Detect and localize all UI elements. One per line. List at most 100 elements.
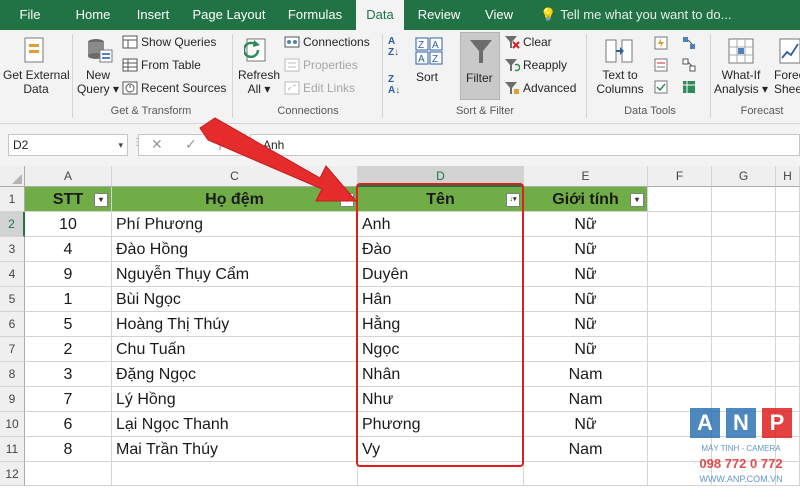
cell-gioi-tinh[interactable]: Nữ [524, 212, 648, 237]
tab-view[interactable]: View [476, 0, 522, 30]
cell-gioi-tinh[interactable]: Nữ [524, 237, 648, 262]
cell-ho-dem[interactable]: Bùi Ngọc [112, 287, 358, 312]
cell-stt[interactable]: 10 [25, 212, 112, 237]
select-all-button[interactable] [0, 166, 25, 187]
column-header-g[interactable]: G [712, 166, 776, 187]
tab-data[interactable]: Data [356, 0, 404, 31]
row-header[interactable]: 6 [0, 312, 25, 337]
filter-dropdown-icon[interactable]: ▾ [94, 193, 108, 207]
sort-za-icon[interactable]: Z A↓ [388, 74, 406, 96]
tell-me-search[interactable]: 💡 Tell me what you want to do... [540, 0, 731, 30]
tab-page-layout[interactable]: Page Layout [188, 0, 270, 30]
advanced-button[interactable]: Advanced [523, 81, 576, 95]
cell-ho-dem[interactable]: Lý Hồng [112, 387, 358, 412]
row-header[interactable]: 2 [0, 212, 25, 237]
empty-cell[interactable] [712, 212, 776, 237]
empty-cell[interactable] [712, 237, 776, 262]
column-header-h[interactable]: H [776, 166, 800, 187]
header-gioi-tinh[interactable]: Giới tính ▾ [524, 187, 648, 212]
chevron-down-icon[interactable]: ▾ [118, 135, 123, 155]
text-to-columns-button[interactable]: Text to Columns [592, 68, 648, 96]
cell-gioi-tinh[interactable]: Nữ [524, 287, 648, 312]
tab-review[interactable]: Review [412, 0, 466, 30]
consolidate-icon[interactable] [682, 36, 696, 50]
cell-ho-dem[interactable]: Chu Tuấn [112, 337, 358, 362]
cell-gioi-tinh[interactable]: Nữ [524, 337, 648, 362]
tab-formulas[interactable]: Formulas [282, 0, 348, 30]
cell-stt[interactable]: 8 [25, 437, 112, 462]
empty-cell[interactable] [648, 287, 712, 312]
cell-stt[interactable]: 5 [25, 312, 112, 337]
name-box[interactable]: D2 ▾ [8, 134, 128, 156]
cell-gioi-tinh[interactable]: Nữ [524, 412, 648, 437]
cell-ho-dem[interactable]: Đặng Ngọc [112, 362, 358, 387]
empty-cell[interactable] [776, 337, 800, 362]
cell-stt[interactable]: 4 [25, 237, 112, 262]
empty-cell[interactable] [712, 312, 776, 337]
empty-cell[interactable] [776, 212, 800, 237]
from-table-button[interactable]: From Table [141, 58, 201, 72]
reapply-button[interactable]: Reapply [523, 58, 567, 72]
empty-cell[interactable] [648, 187, 712, 212]
row-header[interactable]: 10 [0, 412, 25, 437]
row-header[interactable]: 12 [0, 462, 25, 486]
refresh-all-button[interactable]: Refresh All ▾ [236, 68, 282, 96]
cell-stt[interactable]: 6 [25, 412, 112, 437]
cell-ho-dem[interactable]: Nguyễn Thụy Cẩm [112, 262, 358, 287]
data-validation-icon[interactable] [654, 80, 668, 94]
clear-button[interactable]: Clear [523, 35, 552, 49]
flash-fill-icon[interactable] [654, 36, 668, 50]
tab-insert[interactable]: Insert [128, 0, 178, 30]
empty-cell[interactable] [648, 312, 712, 337]
forecast-sheet-button[interactable]: Forec Shee [774, 68, 800, 96]
row-header[interactable]: 11 [0, 437, 25, 462]
filter-button[interactable]: Filter [460, 32, 500, 100]
tab-home[interactable]: Home [68, 0, 118, 30]
column-header-f[interactable]: F [648, 166, 712, 187]
empty-cell[interactable] [648, 237, 712, 262]
properties-button[interactable]: Properties [303, 58, 358, 72]
empty-cell[interactable] [712, 187, 776, 212]
sort-az-icon[interactable]: A Z↓ [388, 36, 406, 58]
empty-cell[interactable] [776, 312, 800, 337]
empty-cell[interactable] [776, 187, 800, 212]
empty-cell[interactable] [776, 287, 800, 312]
column-header-e[interactable]: E [524, 166, 648, 187]
cell-stt[interactable]: 1 [25, 287, 112, 312]
cell-ho-dem[interactable]: Đào Hồng [112, 237, 358, 262]
empty-cell[interactable] [776, 237, 800, 262]
sort-button[interactable]: Sort [416, 70, 438, 84]
row-header[interactable]: 5 [0, 287, 25, 312]
row-header[interactable]: 8 [0, 362, 25, 387]
cell-stt[interactable]: 7 [25, 387, 112, 412]
cell-gioi-tinh[interactable]: Nam [524, 387, 648, 412]
empty-cell[interactable] [776, 362, 800, 387]
empty-cell[interactable] [112, 462, 358, 486]
empty-cell[interactable] [712, 287, 776, 312]
empty-cell[interactable] [712, 362, 776, 387]
get-external-data-button[interactable]: Get External Data [3, 68, 70, 96]
empty-cell[interactable] [648, 362, 712, 387]
empty-cell[interactable] [712, 262, 776, 287]
cell-stt[interactable]: 9 [25, 262, 112, 287]
row-header[interactable]: 1 [0, 187, 25, 212]
cell-gioi-tinh[interactable]: Nữ [524, 262, 648, 287]
relationships-icon[interactable] [682, 58, 696, 72]
column-header-b-c[interactable]: C [112, 166, 358, 187]
cancel-icon[interactable]: ✕ [151, 136, 163, 153]
row-header[interactable]: 3 [0, 237, 25, 262]
cell-stt[interactable]: 3 [25, 362, 112, 387]
cell-ho-dem[interactable]: Lại Ngọc Thanh [112, 412, 358, 437]
row-header[interactable]: 4 [0, 262, 25, 287]
empty-cell[interactable] [648, 212, 712, 237]
connections-button[interactable]: Connections [303, 35, 370, 49]
header-ho-dem[interactable]: Họ đệm ▾ [112, 187, 358, 212]
what-if-analysis-button[interactable]: What-If Analysis ▾ [712, 68, 770, 96]
remove-duplicates-icon[interactable] [654, 58, 668, 72]
edit-links-button[interactable]: Edit Links [303, 81, 355, 95]
enter-icon[interactable]: ✓ [185, 136, 197, 153]
filter-dropdown-icon[interactable]: ▾ [630, 193, 644, 207]
filter-dropdown-icon[interactable]: ▾ [340, 193, 354, 207]
data-model-icon[interactable] [682, 80, 696, 94]
new-query-button[interactable]: New Query ▾ [76, 68, 120, 96]
